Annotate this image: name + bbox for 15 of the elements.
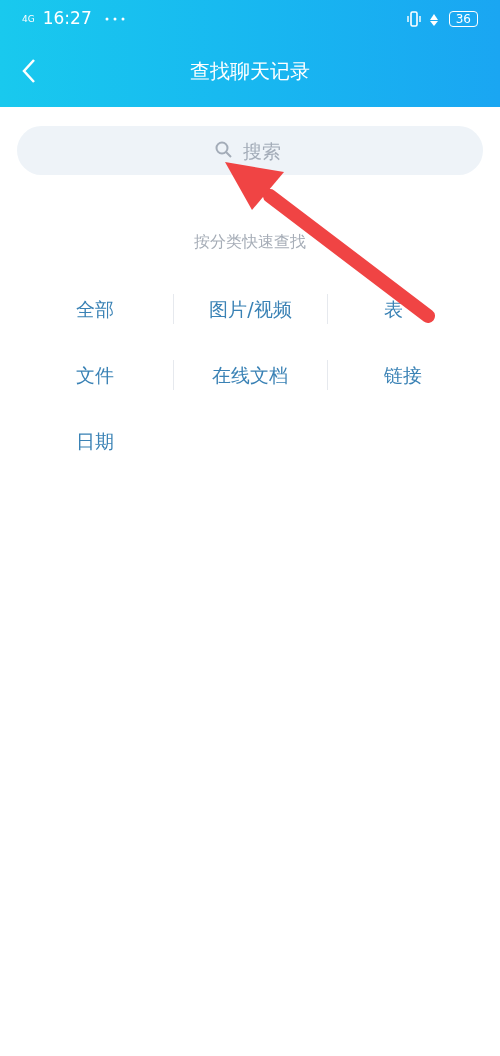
category-link[interactable]: 日期 (76, 426, 115, 456)
category-link[interactable]: 表 (384, 294, 404, 324)
signal-text: 4G (22, 14, 35, 24)
category-link[interactable]: 全部 (76, 294, 115, 324)
category-link[interactable]: 文件 (76, 360, 115, 390)
category-link[interactable]: 在线文档 (212, 360, 289, 390)
page-title: 查找聊天记录 (190, 57, 310, 85)
search-icon (215, 141, 233, 159)
section-title: 按分类快速查找 (194, 231, 306, 253)
battery-indicator: 36 (448, 11, 478, 27)
vibrate-icon (406, 11, 421, 27)
category-link[interactable]: 图片/视频 (209, 294, 292, 324)
status-time: 16:27 (42, 7, 92, 31)
search-field[interactable]: 搜索 (17, 126, 483, 175)
category-link[interactable]: 链接 (384, 360, 423, 390)
